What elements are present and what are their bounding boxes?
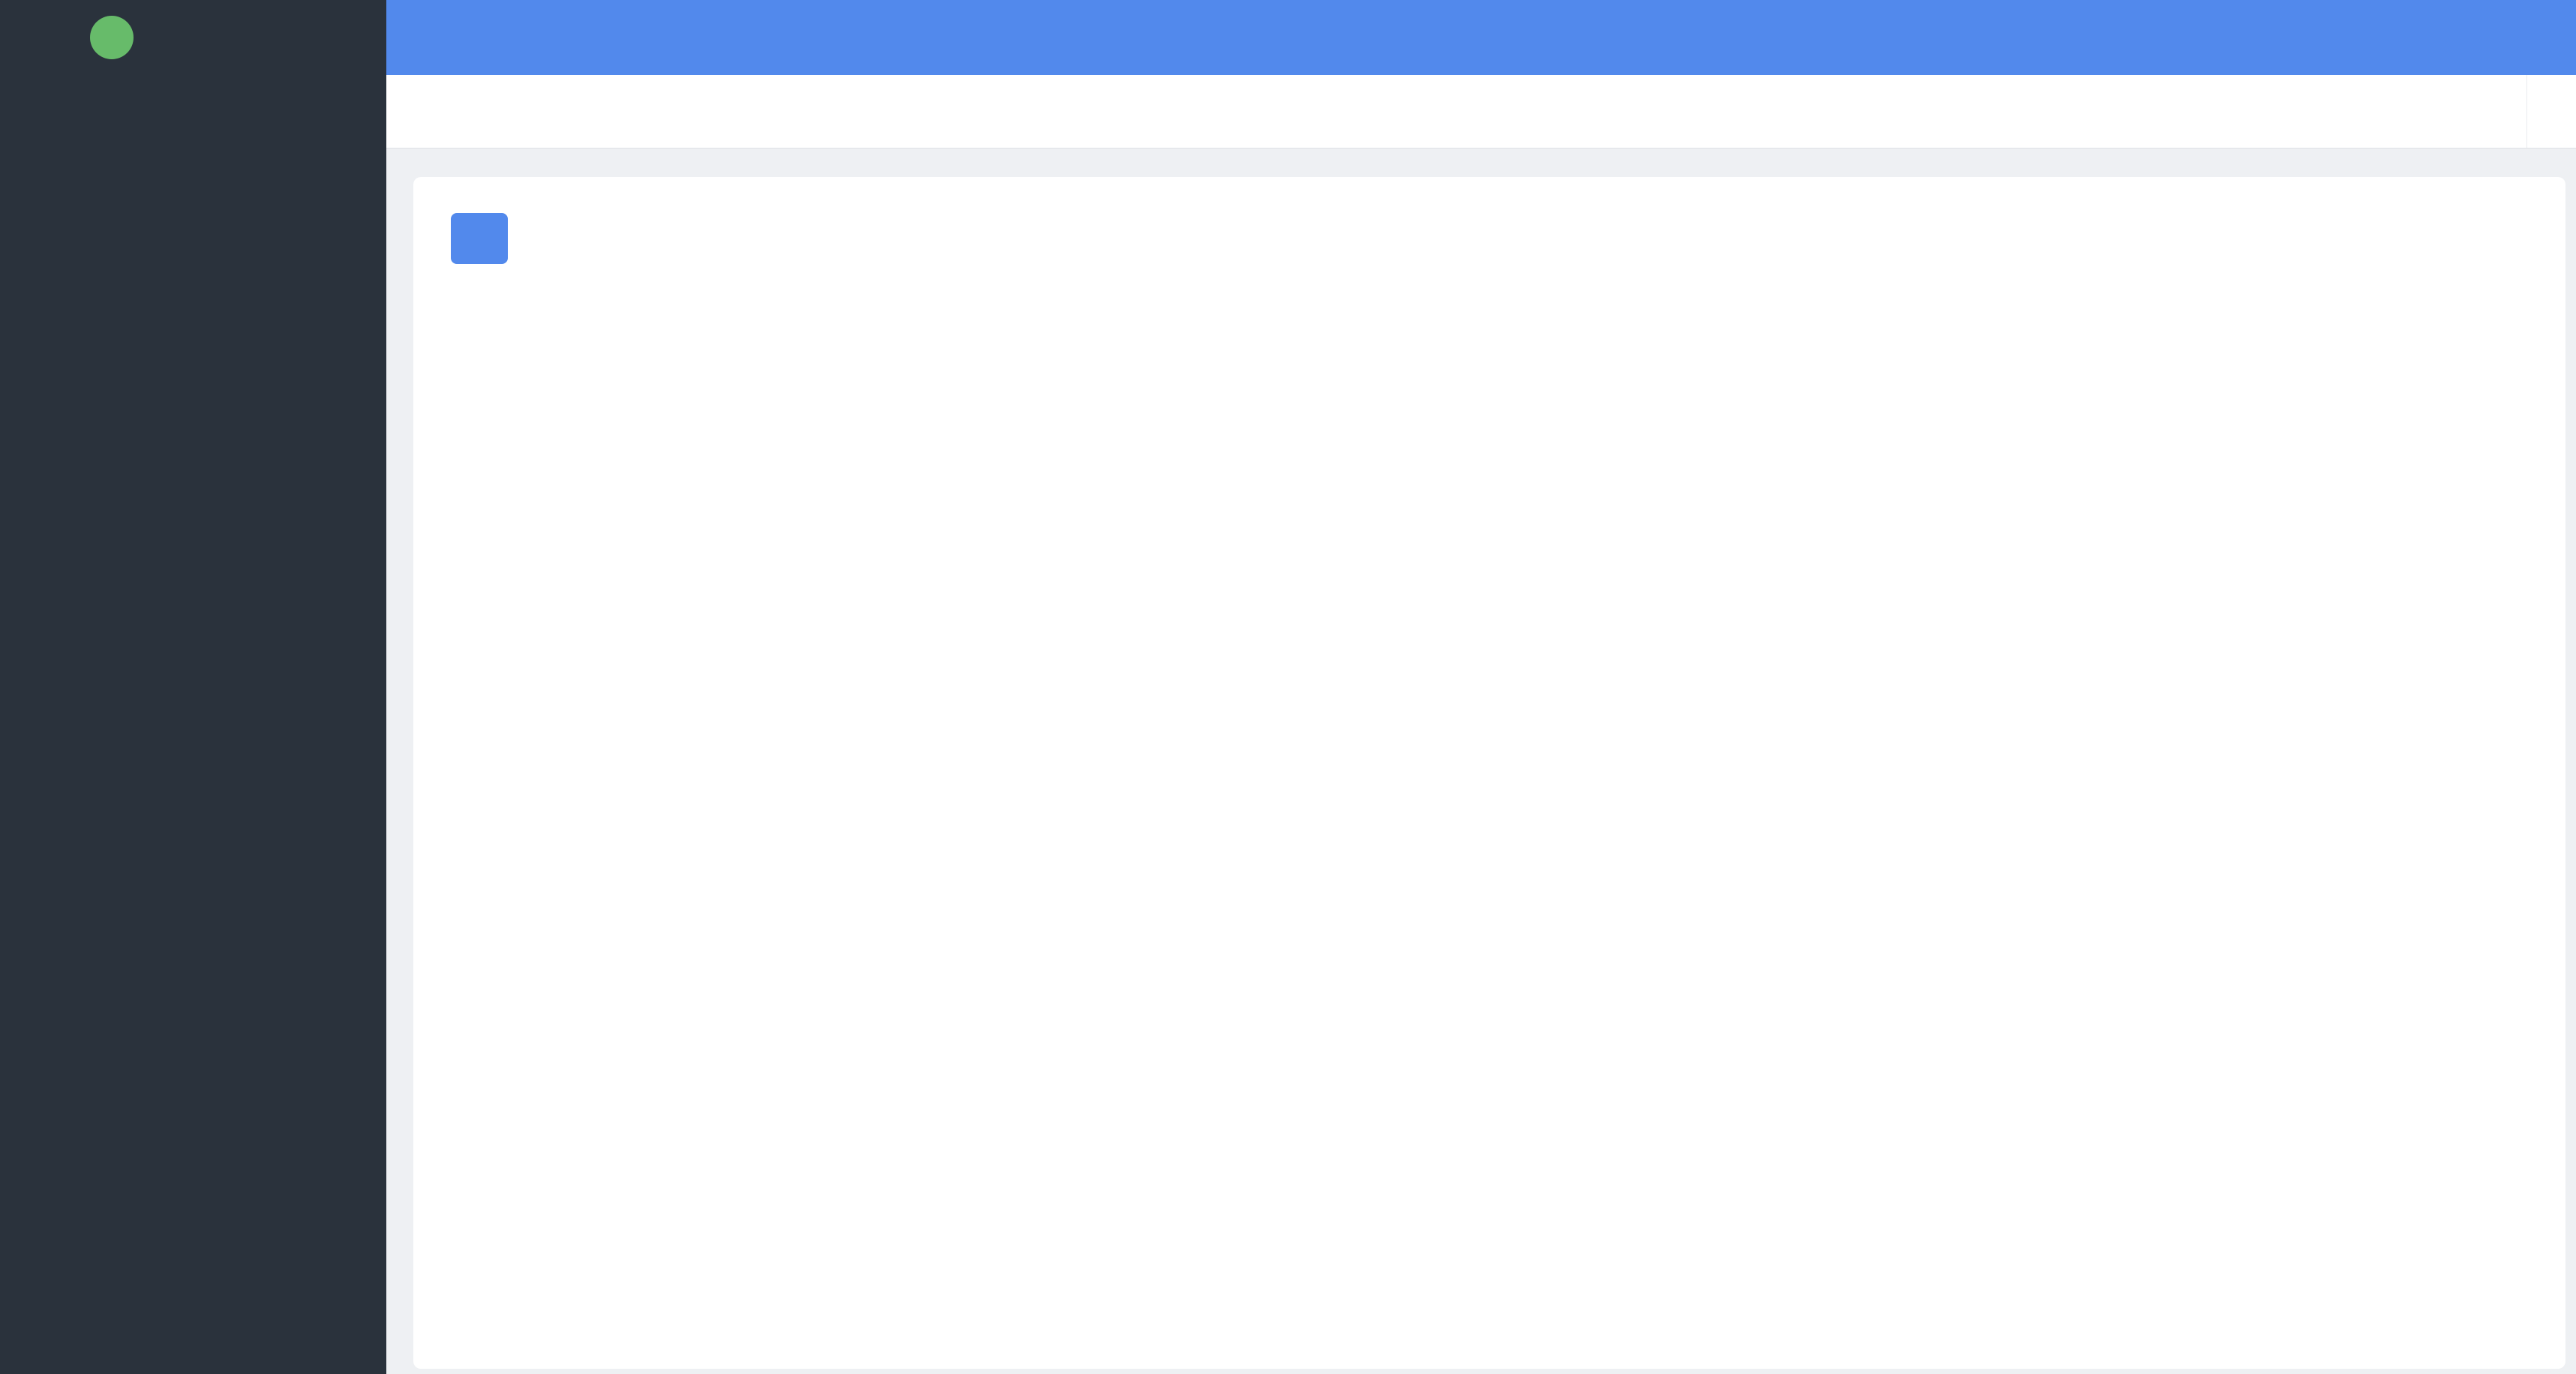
content-card bbox=[413, 177, 2565, 1369]
add-button[interactable] bbox=[451, 213, 508, 264]
mountain-icon bbox=[90, 16, 134, 59]
topbar bbox=[386, 0, 2576, 75]
content-area bbox=[386, 148, 2576, 1374]
tabs-dropdown-icon[interactable] bbox=[2526, 75, 2576, 148]
app-logo[interactable] bbox=[0, 0, 386, 75]
tabbar bbox=[386, 75, 2576, 148]
sidebar bbox=[0, 0, 386, 1374]
tabs bbox=[386, 75, 2526, 148]
sidebar-menu bbox=[0, 75, 386, 1374]
app-window bbox=[0, 0, 2576, 1374]
